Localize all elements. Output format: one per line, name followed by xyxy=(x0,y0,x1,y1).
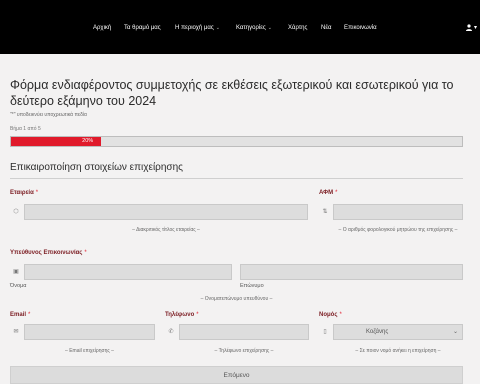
progress-percent: 20% xyxy=(82,138,94,144)
email-help: – Email επιχείρησης – xyxy=(65,348,114,354)
envelope-icon: ✉ xyxy=(13,329,19,335)
nav-item-home[interactable]: Αρχική xyxy=(93,22,111,34)
afm-help: – Ο αριθμός φορολογικού μητρώου της επιχ… xyxy=(338,227,458,233)
phone-help: – Τηλέφωνο επιχείρησης – xyxy=(214,348,274,354)
id-card-icon: ▣ xyxy=(13,269,19,275)
next-button[interactable]: Επόμενο xyxy=(10,366,463,384)
sort-numeric-icon: ⇅ xyxy=(322,209,328,215)
progress-fill: 20% xyxy=(11,137,102,146)
user-icon[interactable] xyxy=(466,24,472,31)
progress-bar: 20% xyxy=(10,136,463,147)
section-title: Επικαιροποίηση στοιχείων επιχείρησης xyxy=(10,162,183,173)
contact-last-name-input[interactable] xyxy=(240,264,463,280)
chevron-down-icon: ⌄ xyxy=(452,329,458,335)
chevron-down-icon: ⌄ xyxy=(267,25,272,31)
first-name-sublabel: Όνομα xyxy=(10,283,27,289)
chevron-down-icon: ⌄ xyxy=(215,25,220,31)
top-navigation-bar: Αρχική Τα θραμό μας Η περιοχή μας ⌄ Κατηγ… xyxy=(0,0,480,54)
phone-input[interactable] xyxy=(179,324,309,340)
phone-icon: ✆ xyxy=(168,329,174,335)
company-input[interactable] xyxy=(24,204,308,220)
afm-label: ΑΦΜ * xyxy=(319,190,338,196)
main-nav: Αρχική Τα θραμό μας Η περιοχή μας ⌄ Κατηγ… xyxy=(0,22,480,34)
required-fields-note: "*" υποδεικνύει υποχρεωτικά πεδία xyxy=(10,112,87,118)
email-input[interactable] xyxy=(24,324,155,340)
prefecture-label: Νομός * xyxy=(319,312,342,318)
prefecture-select[interactable]: Κοζάνης ⌄ xyxy=(333,324,463,340)
section-divider xyxy=(10,178,463,179)
building-icon: ⬡ xyxy=(13,209,19,215)
nav-item-about[interactable]: Τα θραμό μας xyxy=(124,22,161,34)
nav-item-categories[interactable]: Κατηγορίες ⌄ xyxy=(236,22,272,34)
user-menu-caret-icon[interactable]: ▾ xyxy=(474,22,477,34)
afm-input[interactable] xyxy=(333,204,463,220)
nav-item-region[interactable]: Η περιοχή μας ⌄ xyxy=(175,22,220,34)
contact-label: Υπεύθυνος Επικοινωνίας * xyxy=(10,250,87,256)
phone-label: Τηλέφωνο * xyxy=(165,312,199,318)
company-label: Εταιρεία * xyxy=(10,190,39,196)
prefecture-selected-value: Κοζάνης xyxy=(366,329,389,335)
mobile-icon: ▯ xyxy=(323,329,327,335)
form-title: Φόρμα ενδιαφέροντος συμμετοχής σε εκθέσε… xyxy=(10,78,454,108)
contact-help: – Ονοματεπώνυμο υπευθύνου – xyxy=(200,296,273,302)
contact-first-name-input[interactable] xyxy=(24,264,232,280)
step-indicator: Βήμα 1 από 5 xyxy=(10,126,41,132)
nav-item-news[interactable]: Νέα xyxy=(321,22,331,34)
email-label: Email * xyxy=(10,312,31,318)
last-name-sublabel: Επώνυμο xyxy=(240,283,264,289)
prefecture-help: – Σε ποιον νομό ανήκει η επιχείρηση – xyxy=(355,348,441,354)
nav-item-contact[interactable]: Επικοινωνία xyxy=(344,22,377,34)
company-help: – Διακριτικός τίτλος εταιρείας – xyxy=(132,227,200,233)
nav-item-map[interactable]: Χάρτης xyxy=(288,22,307,34)
